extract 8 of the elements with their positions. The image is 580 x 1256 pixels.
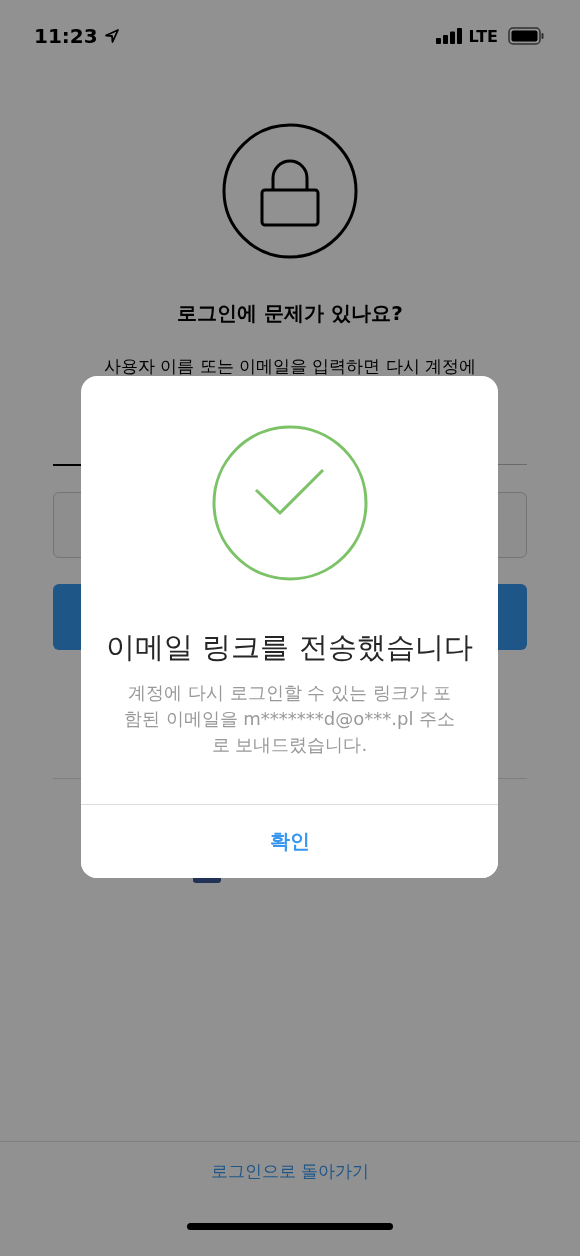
dialog-title: 이메일 링크를 전송했습니다 [106,629,473,666]
status-time: 11:23 [34,24,98,48]
page-subtitle: 사용자 이름 또는 이메일을 입력하면 다시 계정에 [103,355,477,378]
dialog-message: 계정에 다시 로그인할 수 있는 링크가 포함된 이메일을 m*******d@o***.pl 주소로 보내드렸습니다. [122,681,457,757]
network-label: LTE [468,26,498,46]
back-to-login-link[interactable]: 로그인으로 돌아가기 [210,1160,370,1223]
page-title: 로그인에 문제가 있나요? [177,300,403,327]
confirm-button[interactable]: 확인 [81,804,498,878]
